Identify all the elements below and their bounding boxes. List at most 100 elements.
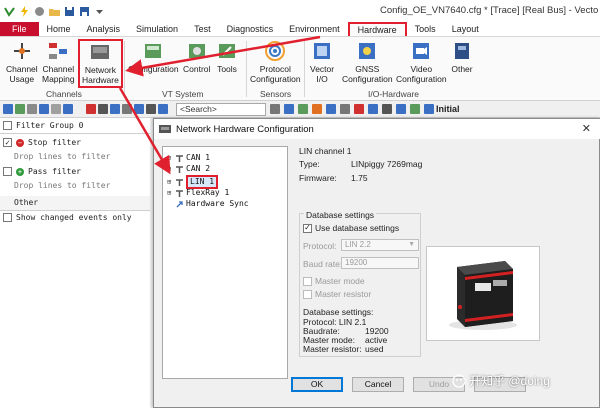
tab-analysis[interactable]: Analysis <box>79 22 129 36</box>
tree-item-label: CAN 2 <box>186 164 211 173</box>
toolbar-icon[interactable] <box>146 104 156 114</box>
pass-filter-checkbox[interactable] <box>3 167 12 176</box>
toolbar-icon[interactable] <box>122 104 132 114</box>
tab-layout[interactable]: Layout <box>444 22 487 36</box>
master-mode-row[interactable]: Master mode <box>303 276 365 286</box>
tab-home[interactable]: Home <box>39 22 79 36</box>
ribbon-separator <box>246 41 247 97</box>
tree-item-flexray1[interactable]: ⊞ FlexRay 1 <box>167 188 229 198</box>
tab-environment[interactable]: Environment <box>281 22 348 36</box>
toolbar-icon[interactable] <box>340 104 350 114</box>
toolbar-icon[interactable] <box>410 104 420 114</box>
channel-mapping-icon <box>49 43 68 59</box>
firmware-value: 1.75 <box>351 173 368 183</box>
master-resistor-checkbox[interactable] <box>303 289 312 299</box>
protocol-configuration-button[interactable]: Protocol Configuration <box>250 40 301 84</box>
toolbar-icon[interactable] <box>158 104 168 114</box>
cancel-button[interactable]: Cancel <box>352 377 404 392</box>
toolbar-icon[interactable] <box>396 104 406 114</box>
tree-item-can1[interactable]: ⊞ CAN 1 <box>167 153 210 163</box>
stop-filter-row[interactable]: ✓ − Stop filter <box>3 138 81 147</box>
toolbar-icon[interactable] <box>382 104 392 114</box>
delete-icon[interactable] <box>86 104 96 114</box>
tab-diagnostics[interactable]: Diagnostics <box>219 22 282 36</box>
close-icon[interactable]: ✕ <box>582 122 591 135</box>
use-database-checkbox[interactable]: ✓ <box>303 223 312 233</box>
toolbar-icon[interactable] <box>51 104 61 114</box>
flexray-channel-icon <box>176 189 183 197</box>
network-hardware-button[interactable]: Network Hardware <box>78 39 123 88</box>
lightning-icon[interactable] <box>19 5 30 17</box>
show-changed-row[interactable]: Show changed events only <box>3 213 132 222</box>
expand-icon[interactable]: ⊞ <box>167 153 173 163</box>
tree-item-label: LIN 1 <box>186 175 219 189</box>
stop-filter-label: Stop filter <box>28 138 81 147</box>
dropdown-arrow-icon[interactable] <box>94 6 105 17</box>
video-configuration-button[interactable]: Video Configuration <box>396 40 447 84</box>
show-changed-checkbox[interactable] <box>3 213 12 222</box>
toolbar-icon[interactable] <box>134 104 144 114</box>
ribbon: Channel Usage Channel Mapping Network Ha… <box>0 37 600 101</box>
channel-mapping-button[interactable]: Channel Mapping <box>42 40 75 84</box>
save-as-icon[interactable] <box>79 6 90 17</box>
toolbar-icon[interactable] <box>63 104 73 114</box>
tab-test[interactable]: Test <box>186 22 219 36</box>
stop-filter-hint: Drop lines to filter <box>14 152 111 161</box>
toolbar-icon[interactable] <box>27 104 37 114</box>
toolbar-icon[interactable] <box>312 104 322 114</box>
channel-usage-button[interactable]: Channel Usage <box>6 40 38 84</box>
tree-item-hardware-sync[interactable]: Hardware Sync <box>167 199 249 209</box>
toolbar-icon[interactable] <box>39 104 49 114</box>
toolbar-icon[interactable] <box>354 104 364 114</box>
expand-icon[interactable]: ⊞ <box>167 164 173 174</box>
tab-hardware[interactable]: Hardware <box>347 22 407 36</box>
stop-circle-icon[interactable] <box>34 6 45 17</box>
vt-configuration-button[interactable]: Configuration <box>128 40 179 74</box>
filter-group-label: Filter Group 0 <box>16 121 84 130</box>
tab-simulation[interactable]: Simulation <box>128 22 186 36</box>
toolbar-icon[interactable] <box>110 104 120 114</box>
stop-filter-checkbox[interactable]: ✓ <box>3 138 12 147</box>
filter-group-row[interactable]: Filter Group 0 <box>3 121 83 130</box>
tab-tools[interactable]: Tools <box>407 22 444 36</box>
initial-layout-label[interactable]: Initial <box>436 104 460 114</box>
toolbar-icon[interactable] <box>15 104 25 114</box>
open-folder-icon[interactable] <box>49 6 60 17</box>
gnss-configuration-button[interactable]: GNSS Configuration <box>342 40 393 84</box>
toolbar-icon[interactable] <box>3 104 13 114</box>
protocol-select[interactable]: LIN 2.2 ▼ <box>341 239 419 251</box>
stop-filter-icon: − <box>16 138 24 147</box>
sensor-signal-icon <box>265 41 286 61</box>
master-resistor-row[interactable]: Master resistor <box>303 289 371 299</box>
layout-icon[interactable] <box>424 104 434 114</box>
toolbar-icon[interactable] <box>368 104 378 114</box>
tree-item-can2[interactable]: ⊞ CAN 2 <box>167 164 210 174</box>
pass-filter-row[interactable]: + Pass filter <box>3 167 81 176</box>
tree-item-lin1[interactable]: ⊞ LIN 1 <box>167 175 219 189</box>
vt-tools-icon <box>219 44 235 58</box>
pass-filter-hint: Drop lines to filter <box>14 181 111 190</box>
toolbar-icon[interactable] <box>298 104 308 114</box>
tab-file[interactable]: File <box>0 22 39 36</box>
show-changed-label: Show changed events only <box>16 213 132 222</box>
vt-tools-button[interactable]: Tools <box>216 40 238 74</box>
save-icon[interactable] <box>64 6 75 17</box>
toolbar-icon[interactable] <box>284 104 294 114</box>
toolbar-icon[interactable] <box>326 104 336 114</box>
filter-group-checkbox[interactable] <box>3 121 12 130</box>
network-hardware-label-2: Hardware <box>82 75 119 85</box>
ok-button[interactable]: OK <box>291 377 343 392</box>
dialog-title-bar: Network Hardware Configuration ✕ <box>154 119 600 139</box>
vt-control-button[interactable]: Control <box>183 40 210 74</box>
channel-mapping-label-2: Mapping <box>42 74 75 84</box>
other-hardware-button[interactable]: Other <box>451 40 473 74</box>
vector-io-button[interactable]: Vector I/O <box>310 40 334 84</box>
search-input[interactable]: <Search> <box>176 103 266 116</box>
toolbar-icon[interactable] <box>98 104 108 114</box>
expand-icon[interactable]: ⊞ <box>167 188 173 198</box>
expand-icon[interactable]: ⊞ <box>167 177 173 187</box>
toolbar-icon[interactable] <box>270 104 280 114</box>
master-mode-checkbox[interactable] <box>303 276 312 286</box>
baud-rate-input[interactable]: 19200 <box>341 257 419 269</box>
use-database-row[interactable]: ✓ Use database settings <box>303 223 399 233</box>
